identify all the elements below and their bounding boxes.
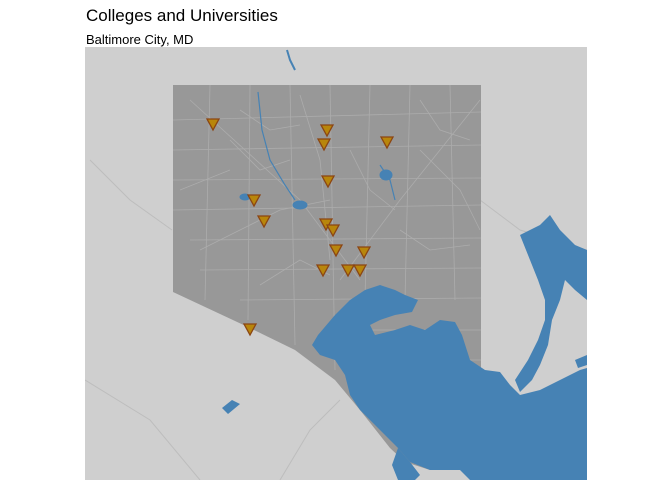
map-canvas <box>85 47 587 480</box>
map-subtitle: Baltimore City, MD <box>86 32 194 47</box>
map-title: Colleges and Universities <box>86 6 278 25</box>
